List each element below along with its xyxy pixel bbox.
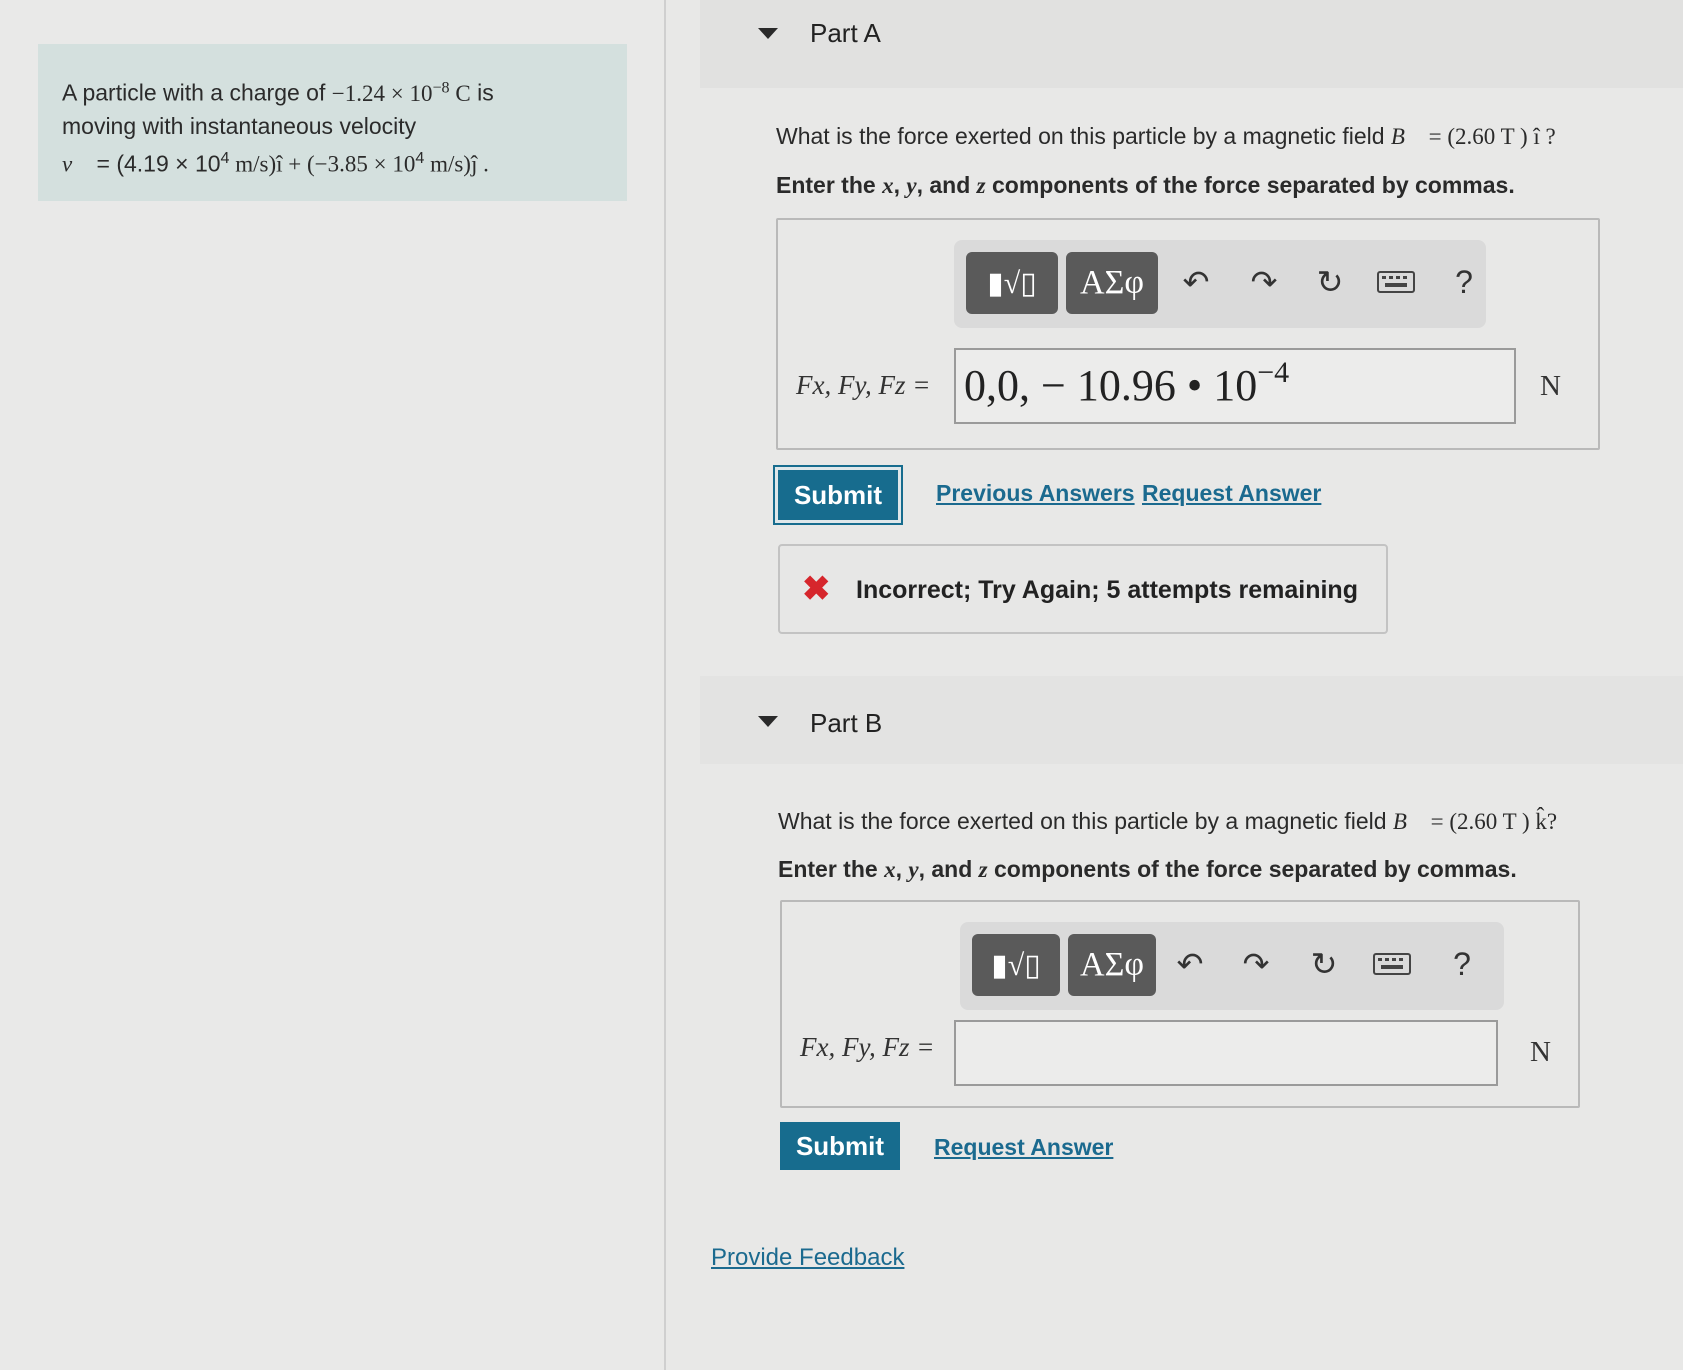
incorrect-x-icon: ✖ (802, 570, 831, 608)
part-b-header[interactable]: Part B (700, 676, 1683, 764)
math-toolbar: ▮√▯ ΑΣφ ↶ ↷ ↻ ? (954, 240, 1486, 328)
collapse-caret-icon[interactable] (758, 28, 778, 39)
templates-button[interactable]: ▮√▯ (972, 934, 1060, 996)
part-a-submit-button[interactable]: Submit (778, 470, 898, 520)
part-b-submit-button[interactable]: Submit (780, 1122, 900, 1170)
problem-line-2: moving with instantaneous velocity (62, 112, 417, 139)
part-a-header[interactable]: Part A (700, 0, 1683, 88)
part-b-instruction: Enter the x, y, and z components of the … (778, 856, 1517, 882)
charge-value: −1.24 × 10−8 C (331, 79, 471, 106)
part-a-title: Part A (810, 18, 881, 48)
feedback-message: ✖ Incorrect; Try Again; 5 attempts remai… (778, 544, 1388, 634)
greek-symbols-button[interactable]: ΑΣφ (1068, 934, 1156, 996)
templates-sqrt-icon: ▮√▯ (991, 948, 1041, 982)
templates-sqrt-icon: ▮√▯ (987, 266, 1037, 300)
previous-answers-link[interactable]: Previous Answers (936, 480, 1135, 507)
keyboard-icon[interactable] (1376, 262, 1416, 302)
part-b-answer-panel: ▮√▯ ΑΣφ ↶ ↷ ↻ ? Fx, Fy, Fz = N (780, 900, 1580, 1108)
collapse-caret-icon[interactable] (758, 716, 778, 727)
part-b-answer-input[interactable] (954, 1020, 1498, 1086)
reset-icon[interactable]: ↻ (1304, 944, 1344, 984)
part-a-request-answer-link[interactable]: Request Answer (1142, 480, 1321, 507)
greek-symbols-button[interactable]: ΑΣφ (1066, 252, 1158, 314)
part-a-answer-input[interactable]: 0,0, − 10.96 • 10−4 (954, 348, 1516, 424)
part-b-request-answer-link[interactable]: Request Answer (934, 1134, 1113, 1161)
parts-column: Part A What is the force exerted on this… (666, 0, 1683, 1370)
keyboard-icon[interactable] (1372, 944, 1412, 984)
problem-line-1: A particle with a charge of −1.24 × 10−8… (62, 79, 494, 106)
unit-label: N (1540, 370, 1561, 402)
problem-statement: A particle with a charge of −1.24 × 10−8… (38, 44, 627, 201)
templates-button[interactable]: ▮√▯ (966, 252, 1058, 314)
reset-icon[interactable]: ↻ (1310, 262, 1350, 302)
provide-feedback-link[interactable]: Provide Feedback (711, 1244, 904, 1272)
equation-label: Fx, Fy, Fz = (796, 370, 931, 400)
part-a-instruction: Enter the x, y, and z components of the … (776, 172, 1515, 198)
part-a-answer-panel: ▮√▯ ΑΣφ ↶ ↷ ↻ ? Fx, Fy, Fz = 0,0, − 10.9… (776, 218, 1600, 450)
part-a-question: What is the force exerted on this partic… (776, 123, 1556, 149)
help-button[interactable]: ? (1442, 944, 1482, 984)
help-button[interactable]: ? (1444, 262, 1484, 302)
redo-icon[interactable]: ↷ (1244, 262, 1284, 302)
unit-label: N (1530, 1036, 1551, 1068)
part-b-question: What is the force exerted on this partic… (778, 808, 1558, 834)
undo-icon[interactable]: ↶ (1170, 944, 1210, 984)
redo-icon[interactable]: ↷ (1236, 944, 1276, 984)
math-toolbar: ▮√▯ ΑΣφ ↶ ↷ ↻ ? (960, 922, 1504, 1010)
problem-column: A particle with a charge of −1.24 × 10−8… (0, 0, 666, 1370)
equation-label: Fx, Fy, Fz = (800, 1032, 935, 1062)
velocity-expression: v⃗ = (4.19 × 104 m/s)î + (−3.85 × 104 m/… (62, 148, 489, 177)
undo-icon[interactable]: ↶ (1176, 262, 1216, 302)
part-b-title: Part B (810, 708, 883, 738)
